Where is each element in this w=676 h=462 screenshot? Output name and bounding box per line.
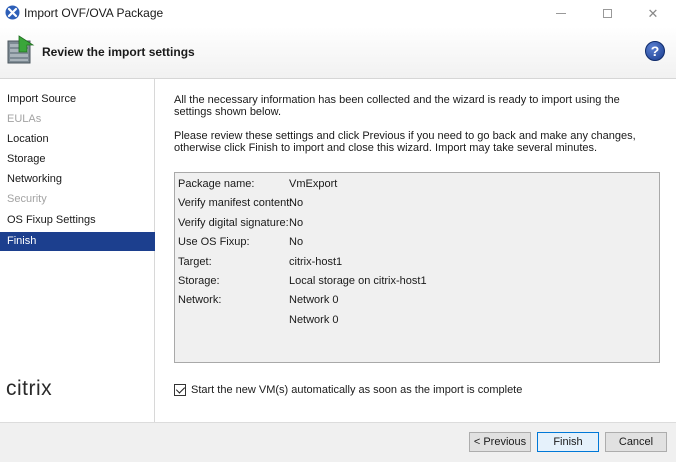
auto-start-label: Start the new VM(s) automatically as soo…: [191, 384, 523, 396]
page-title: Review the import settings: [42, 45, 195, 59]
setting-label: Use OS Fixup:: [178, 236, 250, 248]
minimize-icon: [556, 13, 566, 14]
auto-start-option[interactable]: Start the new VM(s) automatically as soo…: [174, 383, 522, 397]
setting-value: Local storage on citrix-host1: [289, 275, 427, 287]
setting-label: Verify digital signature:: [178, 217, 289, 229]
wizard-steps-sidebar: Import Source EULAs Location Storage Net…: [0, 79, 155, 422]
step-location[interactable]: Location: [0, 130, 155, 149]
setting-value: No: [289, 197, 304, 209]
step-eulas: EULAs: [7, 113, 42, 125]
setting-value: Network 0: [289, 314, 339, 326]
setting-label: Package name:: [178, 178, 255, 190]
setting-value: No: [289, 236, 304, 248]
setting-label: Verify manifest content:: [178, 197, 293, 209]
close-button[interactable]: ✕: [630, 0, 676, 27]
setting-value: citrix-host1: [289, 256, 343, 268]
review-instructions: Please review these settings and click P…: [174, 130, 636, 154]
step-import-source[interactable]: Import Source: [0, 90, 155, 109]
citrix-logo: citrix: [6, 377, 53, 400]
intro-text: All the necessary information has been c…: [174, 94, 620, 118]
maximize-button[interactable]: [584, 0, 630, 27]
maximize-icon: [602, 9, 612, 18]
window-title: Import OVF/OVA Package: [24, 6, 164, 20]
step-os-fixup-settings[interactable]: OS Fixup Settings: [0, 211, 155, 230]
setting-value: No: [289, 217, 304, 229]
finish-button[interactable]: Finish: [537, 432, 599, 452]
step-storage[interactable]: Storage: [0, 150, 155, 169]
previous-button[interactable]: < Previous: [469, 432, 531, 452]
auto-start-checkbox[interactable]: [174, 384, 186, 396]
close-icon: ✕: [647, 5, 659, 21]
step-networking[interactable]: Networking: [0, 170, 155, 189]
xenserver-app-icon: [5, 5, 20, 20]
setting-value: VmExport: [289, 178, 338, 190]
title-bar: Import OVF/OVA Package ✕: [0, 0, 676, 27]
wizard-footer: < Previous Finish Cancel: [0, 422, 676, 462]
step-security: Security: [7, 193, 47, 205]
import-package-icon: [7, 35, 35, 64]
setting-label: Network:: [178, 294, 222, 306]
step-finish[interactable]: Finish: [0, 232, 155, 251]
minimize-button[interactable]: [538, 0, 584, 27]
setting-value: Network 0: [289, 294, 339, 306]
cancel-button[interactable]: Cancel: [605, 432, 667, 452]
help-icon[interactable]: ?: [645, 41, 665, 61]
setting-label: Target:: [178, 256, 212, 268]
wizard-content: All the necessary information has been c…: [156, 79, 676, 422]
wizard-header: Review the import settings ?: [0, 27, 676, 79]
settings-summary-panel: Package name: VmExport Verify manifest c…: [174, 172, 660, 363]
setting-label: Storage:: [178, 275, 220, 287]
